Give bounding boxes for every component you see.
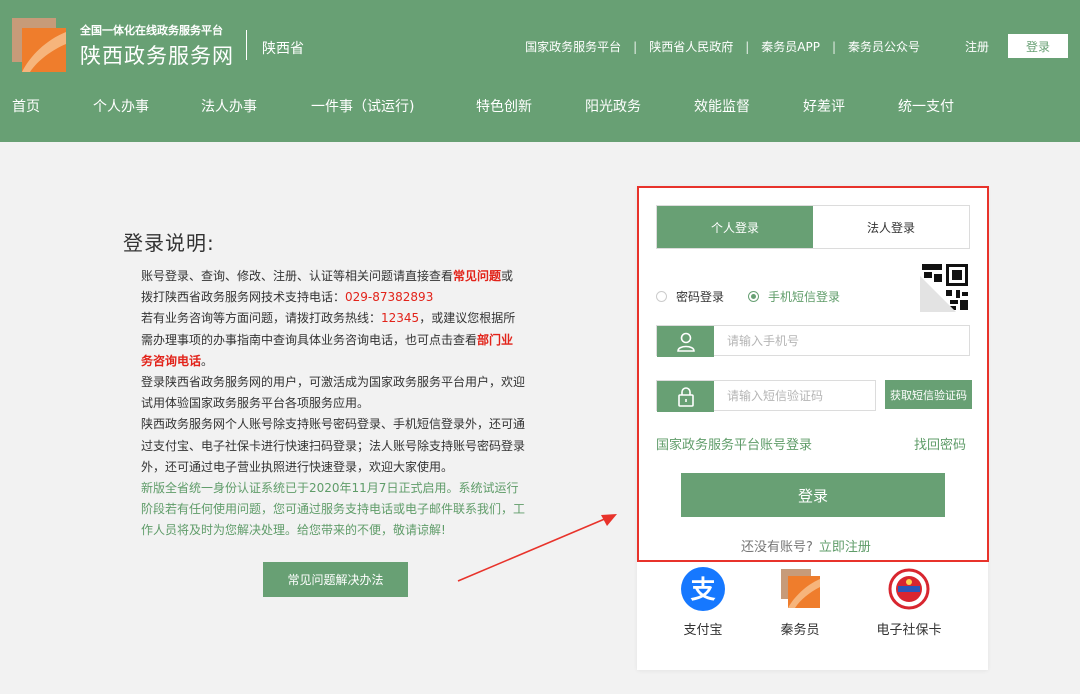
user-icon bbox=[657, 326, 714, 357]
get-sms-code-button[interactable]: 获取短信验证码 bbox=[885, 380, 972, 409]
login-mode-options: 密码登录 手机短信登录 bbox=[656, 288, 864, 305]
explain-text: 账号登录、查询、修改、注册、认证等相关问题请直接查看 bbox=[141, 269, 454, 283]
region-label[interactable]: 陕西省 bbox=[262, 38, 304, 58]
separator: | bbox=[633, 39, 638, 54]
alipay-label: 支付宝 bbox=[683, 623, 723, 638]
lock-icon bbox=[657, 381, 714, 412]
phone-field bbox=[656, 325, 970, 357]
explain-text: 若有业务咨询等方面问题，请拨打政务热线： bbox=[141, 311, 382, 326]
alipay-login[interactable]: 支 支付宝 bbox=[663, 567, 743, 638]
nav-item-legal-person[interactable]: 法人办事 bbox=[201, 96, 257, 116]
qinwuyuan-icon bbox=[781, 569, 820, 608]
sms-code-field bbox=[656, 380, 876, 412]
logo-icon bbox=[12, 18, 66, 72]
no-account-prompt: 还没有账号? 立即注册 bbox=[741, 536, 871, 555]
nav-item-efficiency[interactable]: 效能监督 bbox=[694, 96, 750, 116]
top-link-qinwuyuan-wechat[interactable]: 秦务员公众号 bbox=[848, 38, 920, 55]
separator: | bbox=[745, 39, 750, 54]
no-account-text: 还没有账号? bbox=[741, 540, 813, 555]
separator: | bbox=[831, 39, 836, 54]
alipay-icon: 支 bbox=[681, 567, 725, 611]
national-platform-login-link[interactable]: 国家政务服务平台账号登录 bbox=[656, 434, 812, 453]
login-tabs: 个人登录 法人登录 bbox=[656, 205, 970, 249]
social-security-card-login[interactable]: 电子社保卡 bbox=[869, 567, 949, 638]
nav-item-open-government[interactable]: 阳光政务 bbox=[585, 96, 641, 116]
main-nav: 首页 个人办事 法人办事 一件事（试运行) 特色创新 阳光政务 效能监督 好差评… bbox=[0, 96, 1080, 120]
explain-title: 登录说明: bbox=[123, 231, 215, 255]
qinwuyuan-label: 秦务员 bbox=[780, 623, 820, 638]
phone-input[interactable] bbox=[714, 326, 969, 355]
logo-divider bbox=[246, 30, 247, 60]
explain-paragraph: 陕西政务服务网个人账号除支持账号密码登录、手机短信登录外，还可通过支付宝、电子社… bbox=[141, 417, 526, 474]
explain-body: 账号登录、查询、修改、注册、认证等相关问题请直接查看常见问题或拨打陕西省政务服务… bbox=[141, 266, 525, 542]
hotline-phone: 12345 bbox=[381, 311, 420, 326]
nav-item-payment[interactable]: 统一支付 bbox=[898, 96, 954, 116]
faq-link[interactable]: 常见问题 bbox=[453, 269, 501, 283]
top-link-national-platform[interactable]: 国家政务服务平台 bbox=[525, 38, 621, 55]
nav-item-personal[interactable]: 个人办事 bbox=[93, 96, 149, 116]
support-phone: 029-87382893 bbox=[345, 290, 434, 305]
site-header: 全国一体化在线政务服务平台 陕西政务服务网 陕西省 国家政务服务平台 | 陕西省… bbox=[0, 0, 1080, 142]
explain-paragraph: 若有业务咨询等方面问题，请拨打政务热线：12345，或建议您根据所需办理事项的办… bbox=[141, 308, 525, 372]
submit-login-button[interactable]: 登录 bbox=[681, 473, 945, 517]
nav-item-home[interactable]: 首页 bbox=[12, 96, 40, 116]
nav-item-one-thing[interactable]: 一件事（试运行) bbox=[311, 96, 414, 116]
social-security-card-label: 电子社保卡 bbox=[876, 623, 942, 638]
sms-code-input[interactable] bbox=[714, 381, 875, 410]
top-links: 国家政务服务平台 | 陕西省人民政府 | 秦务员APP | 秦务员公众号 bbox=[525, 38, 920, 55]
radio-sms-login[interactable] bbox=[748, 291, 760, 302]
explain-paragraph: 登录陕西省政务服务网的用户，可激活成为国家政务服务平台用户，欢迎试用体验国家政务… bbox=[141, 375, 526, 411]
social-security-card-icon bbox=[888, 568, 930, 610]
radio-password-login[interactable] bbox=[656, 291, 667, 302]
register-link[interactable]: 注册 bbox=[965, 38, 989, 55]
top-link-provincial-government[interactable]: 陕西省人民政府 bbox=[649, 38, 733, 55]
explain-text: 。 bbox=[201, 353, 214, 368]
svg-text:支: 支 bbox=[690, 575, 715, 604]
sms-login-label[interactable]: 手机短信登录 bbox=[768, 288, 840, 305]
top-link-qinwuyuan-app[interactable]: 秦务员APP bbox=[761, 38, 820, 55]
forgot-password-link[interactable]: 找回密码 bbox=[914, 434, 966, 453]
password-login-label[interactable]: 密码登录 bbox=[676, 288, 724, 305]
qinwuyuan-login[interactable]: 秦务员 bbox=[760, 567, 840, 638]
nav-item-featured[interactable]: 特色创新 bbox=[476, 96, 532, 116]
register-now-link[interactable]: 立即注册 bbox=[819, 540, 871, 555]
logo-subtitle: 全国一体化在线政务服务平台 bbox=[80, 24, 223, 37]
header-login-button[interactable]: 登录 bbox=[1008, 34, 1068, 58]
explain-paragraph: 账号登录、查询、修改、注册、认证等相关问题请直接查看常见问题或拨打陕西省政务服务… bbox=[141, 266, 525, 308]
arrow-icon bbox=[457, 514, 617, 582]
faq-solutions-button[interactable]: 常见问题解决办法 bbox=[263, 562, 408, 597]
logo-title[interactable]: 陕西政务服务网 bbox=[80, 40, 234, 70]
tab-personal-login[interactable]: 个人登录 bbox=[657, 206, 813, 248]
tab-legal-person-login[interactable]: 法人登录 bbox=[813, 206, 969, 248]
qr-code-icon[interactable] bbox=[920, 262, 970, 312]
nav-item-rating[interactable]: 好差评 bbox=[803, 96, 845, 116]
